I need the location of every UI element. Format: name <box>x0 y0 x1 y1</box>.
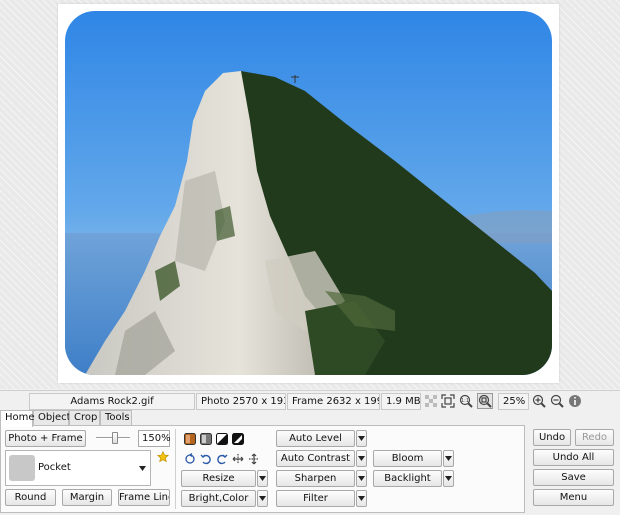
bright-color-button[interactable]: Bright,Color <box>181 490 256 507</box>
frame-line-button[interactable]: Frame Line <box>118 489 170 506</box>
zoom-actual-size-icon[interactable]: 1:1 <box>458 393 474 409</box>
status-bar: Adams Rock2.gif Photo 2570 x 1930 Frame … <box>0 390 620 410</box>
bloom-dropdown[interactable] <box>443 450 454 467</box>
zoom-out-icon[interactable] <box>549 393 565 409</box>
auto-level-button[interactable]: Auto Level <box>276 430 355 447</box>
resize-dropdown[interactable] <box>257 470 268 487</box>
home-panel: Photo + Frame 150% Pocket Round Margin F… <box>0 425 525 513</box>
panel-separator <box>175 429 176 509</box>
zoom-in-icon[interactable] <box>531 393 547 409</box>
bright-color-dropdown[interactable] <box>257 490 268 507</box>
chevron-down-icon <box>139 466 146 471</box>
frame-size-label: Frame 2632 x 1992 <box>287 393 380 410</box>
chevron-down-icon <box>445 476 452 481</box>
auto-level-dropdown[interactable] <box>356 430 367 447</box>
round-button[interactable]: Round <box>5 489 56 506</box>
sharpen-dropdown[interactable] <box>356 470 367 487</box>
bloom-button[interactable]: Bloom <box>373 450 442 467</box>
file-size-label: 1.9 MB <box>381 393 421 410</box>
menu-button[interactable]: Menu <box>533 489 614 506</box>
photo-image <box>65 11 552 375</box>
filter-button[interactable]: Filter <box>276 490 355 507</box>
chevron-down-icon <box>445 456 452 461</box>
zoom-level-label: 25% <box>498 393 529 410</box>
fit-to-window-icon[interactable] <box>440 393 456 409</box>
chevron-down-icon <box>358 496 365 501</box>
rotate-right-icon[interactable] <box>215 452 228 465</box>
grayscale-icon[interactable] <box>199 432 212 445</box>
chevron-down-icon <box>259 496 266 501</box>
image-canvas[interactable] <box>0 0 620 389</box>
black-white-icon[interactable] <box>215 432 228 445</box>
backlight-dropdown[interactable] <box>443 470 454 487</box>
frame-name-label: Pocket <box>38 462 71 473</box>
chevron-down-icon <box>259 476 266 481</box>
chevron-down-icon <box>358 456 365 461</box>
frame-preview-swatch <box>9 455 35 481</box>
backlight-button[interactable]: Backlight <box>373 470 442 487</box>
tab-object[interactable]: Object <box>33 410 71 426</box>
tab-crop[interactable]: Crop <box>69 410 100 426</box>
flip-vertical-icon[interactable] <box>247 452 260 465</box>
checker-background-icon[interactable] <box>423 393 439 409</box>
favorite-star-icon[interactable] <box>156 450 169 463</box>
chevron-down-icon <box>358 476 365 481</box>
margin-button[interactable]: Margin <box>62 489 112 506</box>
resize-button[interactable]: Resize <box>181 470 256 487</box>
save-button[interactable]: Save <box>533 469 614 486</box>
negative-icon[interactable] <box>231 432 244 445</box>
scale-slider-thumb[interactable] <box>111 432 118 444</box>
sepia-tone-icon[interactable] <box>183 432 196 445</box>
chevron-down-icon <box>358 436 365 441</box>
rotate-free-icon[interactable] <box>183 452 196 465</box>
filename-label: Adams Rock2.gif <box>29 393 195 410</box>
sharpen-button[interactable]: Sharpen <box>276 470 355 487</box>
photo-size-label: Photo 2570 x 1930 <box>196 393 286 410</box>
tab-home[interactable]: Home <box>0 410 35 427</box>
svg-text:1:1: 1:1 <box>461 398 469 404</box>
tab-tools[interactable]: Tools <box>100 410 132 426</box>
flip-horizontal-icon[interactable] <box>231 452 244 465</box>
zoom-fit-icon[interactable] <box>477 393 493 409</box>
photo-frame-button[interactable]: Photo + Frame <box>5 430 86 447</box>
filter-dropdown[interactable] <box>356 490 367 507</box>
undo-all-button[interactable]: Undo All <box>533 449 614 466</box>
auto-contrast-button[interactable]: Auto Contrast <box>276 450 355 467</box>
auto-contrast-dropdown[interactable] <box>356 450 367 467</box>
frame-style-select[interactable]: Pocket <box>5 450 151 486</box>
photo-frame <box>58 4 559 383</box>
undo-button[interactable]: Undo <box>533 429 571 446</box>
scale-percent-field[interactable]: 150% <box>138 430 171 447</box>
rotate-left-icon[interactable] <box>199 452 212 465</box>
info-icon[interactable] <box>567 393 583 409</box>
redo-button[interactable]: Redo <box>575 429 614 446</box>
